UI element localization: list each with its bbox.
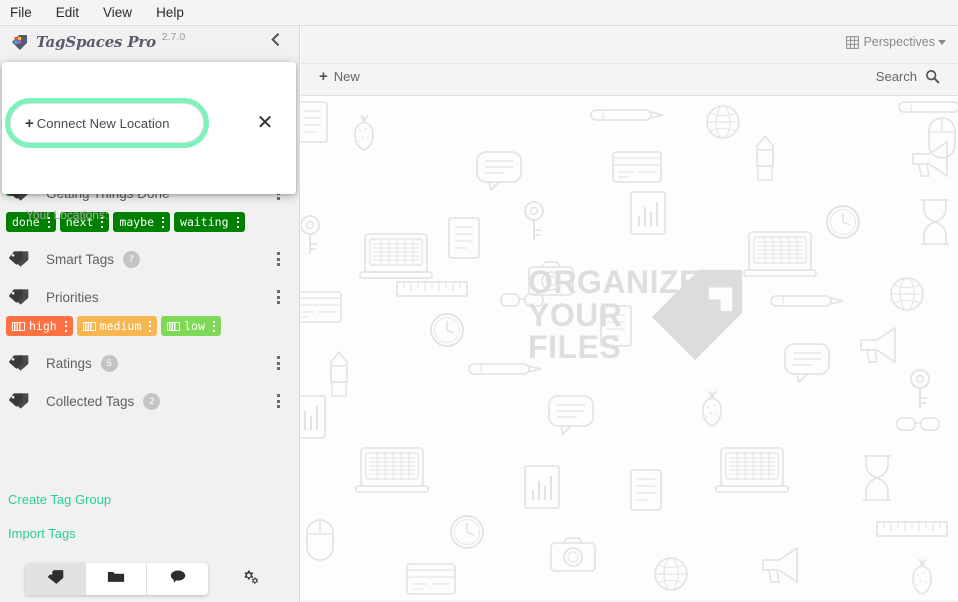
tag-chip-label: maybe <box>119 215 155 229</box>
tag-chips-priorities: high medium low <box>0 316 299 344</box>
popup-close-button[interactable]: ✕ <box>252 110 278 136</box>
doodle-wallpaper <box>301 101 958 595</box>
chevron-left-icon <box>268 32 283 52</box>
connect-new-location-label: Connect New Location <box>36 115 170 131</box>
tag-chip-menu-icon[interactable] <box>146 320 154 332</box>
tags-icon <box>8 354 30 372</box>
tag-group-count-badge: 7 <box>123 250 141 268</box>
menu-item-edit[interactable]: Edit <box>54 3 81 22</box>
tags-icon <box>8 392 30 410</box>
tag-icon <box>46 569 65 590</box>
tag-chip-menu-icon[interactable] <box>159 216 167 228</box>
tag-group-menu-button[interactable] <box>270 288 286 306</box>
chevron-down-icon <box>938 39 946 45</box>
brand-title: TagSpaces Pro <box>36 33 156 51</box>
tagspaces-logo-icon <box>10 33 29 52</box>
create-tag-group-link[interactable]: Create Tag Group <box>8 492 111 507</box>
tag-chip-menu-icon[interactable] <box>210 320 218 332</box>
menu-bar: File Edit View Help <box>0 0 958 26</box>
gears-icon <box>240 566 261 592</box>
perspectives-label: Perspectives <box>863 35 935 49</box>
sidebar-actions: Create Tag Group Import Tags <box>8 492 111 560</box>
sidebar-header: TagSpaces Pro 2.7.0 <box>0 26 299 58</box>
collapse-sidebar-button[interactable] <box>263 30 287 54</box>
search-button[interactable]: Search <box>876 69 940 84</box>
sidebar-bottom-bar <box>0 556 299 602</box>
grid-icon <box>846 35 860 49</box>
tag-chip[interactable]: medium <box>76 316 158 336</box>
magnifier-icon <box>925 69 940 84</box>
tag-type-icon <box>167 321 181 331</box>
tag-group-menu-button[interactable] <box>270 250 286 268</box>
menu-item-view[interactable]: View <box>101 3 134 22</box>
settings-button[interactable] <box>236 565 264 593</box>
tag-chip-label: medium <box>99 319 142 333</box>
sidebar-tab-chat[interactable] <box>147 563 208 595</box>
main-top-bar: Perspectives <box>301 26 958 64</box>
tag-chip[interactable]: high <box>6 316 73 336</box>
close-icon: ✕ <box>256 112 274 134</box>
version-label: 2.7.0 <box>161 31 186 43</box>
sidebar-tab-files[interactable] <box>86 563 147 595</box>
plus-icon: + <box>25 114 34 132</box>
folder-icon <box>107 569 125 589</box>
search-label: Search <box>875 69 917 84</box>
menu-item-help[interactable]: Help <box>154 3 186 22</box>
new-button[interactable]: + New <box>319 69 360 84</box>
tag-group-label: Smart Tags <box>46 251 115 267</box>
sidebar-tab-tags[interactable] <box>25 563 86 595</box>
tag-type-icon <box>82 321 96 331</box>
tag-type-icon <box>12 321 25 331</box>
menu-item-file[interactable]: File <box>8 3 34 22</box>
app-window: File Edit View Help TagSpaces Pro 2.7.0 <box>0 0 958 602</box>
new-button-label: New <box>333 69 360 84</box>
tag-chip[interactable]: maybe <box>113 212 171 232</box>
tag-group-smart-tags[interactable]: Smart Tags 7 <box>0 240 299 278</box>
chat-icon <box>169 569 187 589</box>
your-locations-label: Your Locations: <box>26 208 109 222</box>
main-toolbar: + New Search <box>301 64 958 96</box>
file-area-empty-state: ORGANIZE YOUR FILES <box>301 96 958 600</box>
tag-chip-label: low <box>184 319 206 333</box>
tag-chip-label: high <box>29 319 57 333</box>
tag-group-menu-button[interactable] <box>270 392 286 410</box>
import-tags-link[interactable]: Import Tags <box>8 526 111 541</box>
tag-group-label: Priorities <box>46 289 99 305</box>
tag-chip-menu-icon[interactable] <box>234 216 242 228</box>
tag-group-ratings[interactable]: Ratings 5 <box>0 344 299 382</box>
tag-chip-label: waiting <box>180 215 229 229</box>
tag-group-collected-tags[interactable]: Collected Tags 2 <box>0 382 299 420</box>
connect-new-location-button[interactable]: + Connect New Location <box>10 103 204 143</box>
tags-icon <box>8 250 30 268</box>
tag-group-count-badge: 5 <box>100 354 118 372</box>
plus-icon: + <box>319 68 328 85</box>
sidebar: TagSpaces Pro 2.7.0 + Connect New Locati… <box>0 26 300 602</box>
tag-group-priorities[interactable]: Priorities <box>0 278 299 316</box>
tags-icon <box>8 288 30 306</box>
tag-group-label: Collected Tags <box>46 393 135 409</box>
tag-chip[interactable]: waiting <box>174 212 245 232</box>
tag-chip[interactable]: low <box>161 316 222 336</box>
tag-group-label: Ratings <box>46 355 92 371</box>
tag-group-count-badge: 2 <box>143 392 161 410</box>
main-panel: Perspectives + New Search ORGANIZE YOUR … <box>301 26 958 602</box>
locations-popup: + Connect New Location ✕ Your Locations: <box>2 62 296 222</box>
sidebar-view-switcher <box>25 563 208 595</box>
perspectives-dropdown[interactable]: Perspectives <box>846 35 946 49</box>
tag-chip-menu-icon[interactable] <box>62 320 70 332</box>
tag-group-menu-button[interactable] <box>270 354 286 372</box>
